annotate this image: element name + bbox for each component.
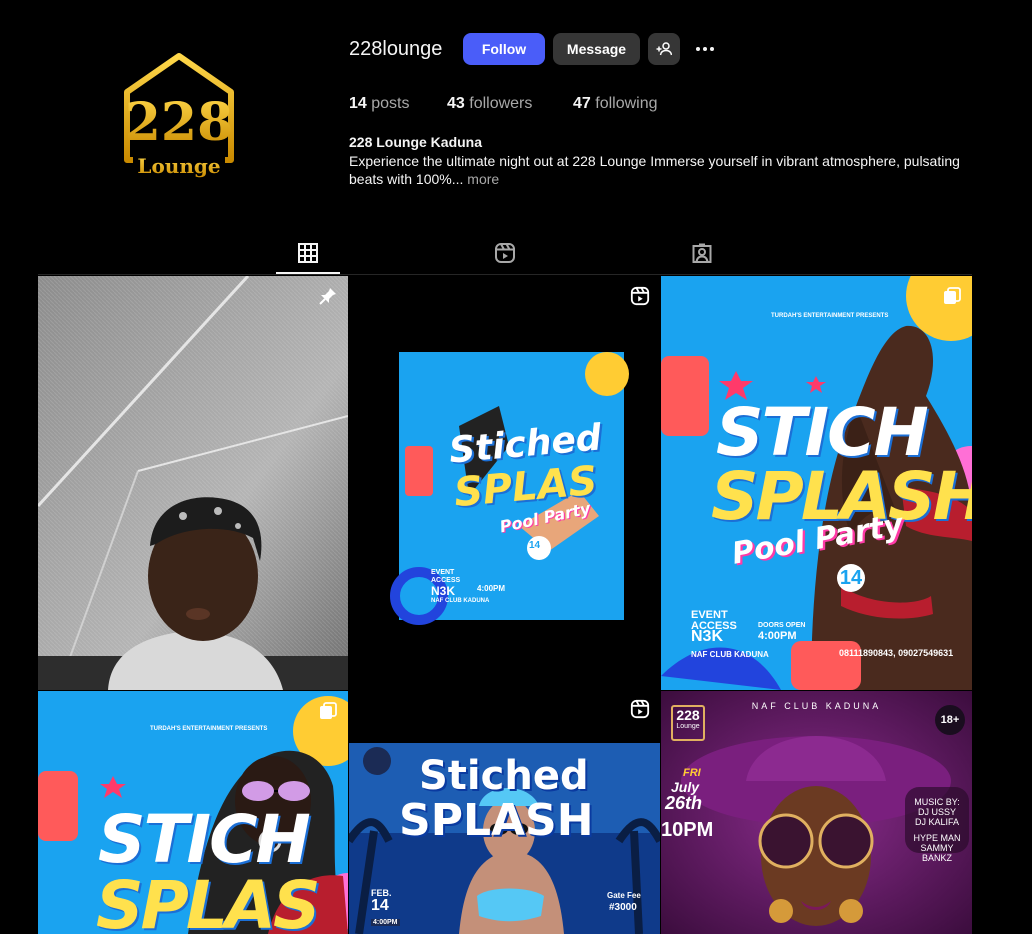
poster-price: N3K <box>431 584 456 598</box>
poster-price-label: EVENT ACCESS <box>431 569 461 584</box>
poster-date-line2: 26th <box>665 793 703 813</box>
poster-date: 14 <box>837 564 865 592</box>
poster-gate-label: Gate Fee <box>607 891 641 900</box>
post-tile-1[interactable] <box>38 276 348 690</box>
grid-icon <box>298 243 318 263</box>
posts-count-stat: 14 posts <box>349 95 410 112</box>
poster-day: FRI <box>683 767 701 779</box>
carousel-icon <box>944 287 961 304</box>
post-tile-2[interactable]: Stiched SPLAS Pool Party EVENT ACCESS N3… <box>349 276 660 690</box>
carousel-icon <box>320 702 337 719</box>
tab-posts[interactable] <box>276 238 340 274</box>
post-tile-5[interactable]: Stiched SPLASH FEB. 14 4:00PM Gate Fee #… <box>349 691 660 934</box>
poster-title: Stiched <box>419 753 589 799</box>
tab-tagged[interactable] <box>670 238 734 274</box>
logo-subtext: Lounge <box>137 154 220 178</box>
profile-bio: Experience the ultimate night out at 228… <box>349 153 960 187</box>
poster-time: 4:00PM <box>371 919 400 926</box>
poster-presenter: TURDAH'S ENTERTAINMENT PRESENTS <box>150 726 268 732</box>
poster-presenter: TURDAH'S ENTERTAINMENT PRESENTS <box>771 313 889 319</box>
poster-doors-time: 4:00PM <box>758 630 797 642</box>
poster-title-2: SPLASH <box>399 795 594 846</box>
profile-full-name: 228 Lounge Kaduna <box>349 134 483 150</box>
poster-date: 14 <box>371 897 389 914</box>
poster-title-2: SPLAS <box>96 867 321 934</box>
tab-reels[interactable] <box>473 238 537 274</box>
suggest-user-button[interactable] <box>648 33 680 65</box>
followers-count-link[interactable]: 43 followers <box>447 95 532 113</box>
message-button[interactable]: Message <box>553 33 640 65</box>
poster-lineup: MUSIC BY: DJ USSY DJ KALIFA HYPE MAN SAM… <box>905 787 969 863</box>
profile-avatar[interactable]: 228 Lounge <box>117 30 242 180</box>
reels-icon <box>630 699 650 719</box>
bio-more-link[interactable]: more <box>467 171 499 187</box>
poster-price: N3K <box>691 628 724 645</box>
poster-venue: NAF CLUB KADUNA <box>691 650 769 659</box>
poster-venue: NAF CLUB KADUNA <box>431 598 490 604</box>
poster-age-badge: 18+ <box>935 705 965 735</box>
follow-button[interactable]: Follow <box>463 33 545 65</box>
poster-venue: NAF CLUB KADUNA <box>751 701 882 711</box>
poster-date: 14 <box>529 540 541 551</box>
following-count-link[interactable]: 47 following <box>573 95 658 113</box>
poster-time: 10PM <box>661 819 714 841</box>
poster-gate-fee: #3000 <box>609 902 637 913</box>
pin-icon <box>319 288 336 305</box>
post-tile-6[interactable]: NAF CLUB KADUNA 228 Lounge 18+ FRI July … <box>661 691 972 934</box>
tagged-icon <box>692 243 712 263</box>
tabs-divider <box>38 274 972 275</box>
reels-icon <box>630 286 650 306</box>
poster-logo: 228 Lounge <box>671 705 705 741</box>
poster-phones: 08111890843, 09027549631 <box>839 648 954 658</box>
more-options-icon[interactable] <box>693 38 717 60</box>
poster-time: 4:00PM <box>477 584 506 593</box>
post-tile-3[interactable]: TURDAH'S ENTERTAINMENT PRESENTS STICH SP… <box>661 276 972 690</box>
post-tile-4[interactable]: TURDAH'S ENTERTAINMENT PRESENTS STICH SP… <box>38 691 348 934</box>
add-user-icon <box>656 42 672 56</box>
poster-doors-label: DOORS OPEN <box>758 622 806 629</box>
logo-text: 228 <box>125 92 234 153</box>
reels-icon <box>495 243 515 263</box>
profile-username: 228lounge <box>349 38 443 60</box>
